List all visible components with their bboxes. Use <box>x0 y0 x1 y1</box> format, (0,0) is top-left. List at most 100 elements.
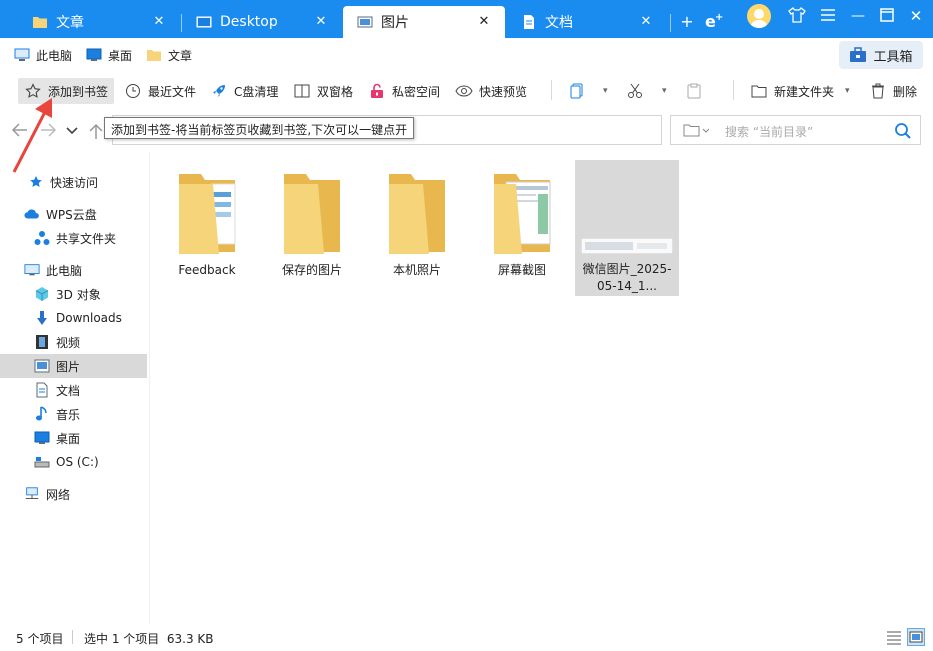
file-item-wechat-image[interactable]: 微信图片_2025-05-14_1... <box>575 160 679 296</box>
history-chevron-down-icon[interactable] <box>62 122 82 142</box>
computer-icon <box>14 48 30 61</box>
details-view-icon[interactable] <box>885 628 903 646</box>
menu-icon[interactable] <box>818 7 838 27</box>
star-icon <box>28 174 44 190</box>
sidebar-item-pictures[interactable]: 图片 <box>0 354 147 378</box>
sidebar-item-label: 音乐 <box>56 407 81 422</box>
file-item-local-photos[interactable]: 本机照片 <box>365 160 469 296</box>
up-arrow-icon[interactable] <box>86 122 106 142</box>
sidebar-item-3d-objects[interactable]: 3D 对象 <box>0 282 147 306</box>
c-clean-button[interactable]: C盘清理 <box>210 78 278 104</box>
tab-divider <box>670 14 671 32</box>
eye-icon <box>455 82 473 100</box>
maximize-button[interactable] <box>877 7 897 27</box>
image-thumbnail-icon <box>581 238 673 254</box>
file-name: 本机照片 <box>392 263 441 277</box>
copy-button[interactable] <box>568 78 592 104</box>
avatar[interactable] <box>747 4 771 28</box>
window-close-button[interactable]: ✕ <box>905 6 927 26</box>
desktop-icon <box>34 430 50 446</box>
document-icon <box>34 382 50 398</box>
clock-icon <box>124 82 142 100</box>
new-folder-dropdown-icon[interactable]: ▾ <box>845 78 850 104</box>
dual-pane-icon <box>293 82 311 100</box>
sidebar-item-label: 图片 <box>56 359 81 374</box>
add-bookmark-tooltip: 添加到书签-将当前标签页收藏到书签,下次可以一键点开 <box>104 117 415 139</box>
c-clean-label: C盘清理 <box>234 84 279 99</box>
recent-files-label: 最近文件 <box>148 84 197 99</box>
skin-shirt-icon[interactable] <box>786 7 808 27</box>
dual-pane-label: 双窗格 <box>317 84 354 99</box>
bookmark-desktop[interactable]: 桌面 <box>86 46 132 64</box>
computer-icon <box>24 262 40 278</box>
sidebar-item-music[interactable]: 音乐 <box>0 402 147 426</box>
quick-preview-button[interactable]: 快速预览 <box>455 78 527 104</box>
close-icon[interactable]: ✕ <box>152 15 166 29</box>
cube-3d-icon <box>34 286 50 302</box>
file-item-feedback[interactable]: Feedback <box>155 160 259 296</box>
search-input[interactable]: 搜索 “当前目录” <box>670 115 921 145</box>
bookmark-wenzhang[interactable]: 文章 <box>146 46 192 64</box>
new-folder-button[interactable]: 新建文件夹 <box>750 78 834 104</box>
tab-documents[interactable]: 文档 ✕ <box>507 6 667 38</box>
close-icon[interactable]: ✕ <box>477 15 491 29</box>
toolbox-label: 工具箱 <box>873 49 913 65</box>
scissors-icon <box>626 82 644 100</box>
private-space-label: 私密空间 <box>392 84 441 99</box>
folder-icon <box>179 174 236 254</box>
music-note-icon <box>34 406 50 422</box>
bookmark-label: 此电脑 <box>36 48 73 63</box>
drive-icon <box>34 454 50 470</box>
lock-icon <box>368 82 386 100</box>
sidebar-item-wps-cloud[interactable]: WPS云盘 <box>0 202 147 226</box>
sidebar-item-documents[interactable]: 文档 <box>0 378 147 402</box>
desktop-icon <box>196 14 212 30</box>
private-space-button[interactable]: 私密空间 <box>368 78 440 104</box>
cloud-icon <box>24 206 40 222</box>
quick-preview-label: 快速预览 <box>479 84 528 99</box>
cut-button[interactable] <box>626 78 650 104</box>
sidebar-item-desktop[interactable]: 桌面 <box>0 426 147 450</box>
download-arrow-icon <box>34 310 50 326</box>
ie-browser-icon[interactable]: e + <box>702 12 724 32</box>
sidebar-item-downloads[interactable]: Downloads <box>0 306 147 330</box>
tab-pictures[interactable]: 图片 ✕ <box>343 6 505 38</box>
close-icon[interactable]: ✕ <box>639 15 653 29</box>
new-tab-button[interactable]: + <box>677 12 697 32</box>
folder-view-icon[interactable] <box>683 123 710 140</box>
pictures-icon <box>34 358 50 374</box>
file-name: Feedback <box>178 263 236 277</box>
search-icon[interactable] <box>894 122 912 143</box>
folder-icon <box>389 174 445 254</box>
sidebar-item-shared-folder[interactable]: 共享文件夹 <box>0 226 147 250</box>
sidebar-item-videos[interactable]: 视频 <box>0 330 147 354</box>
dual-pane-button[interactable]: 双窗格 <box>293 78 353 104</box>
file-item-screenshots[interactable]: 屏幕截图 <box>470 160 574 296</box>
sidebar-item-os-drive[interactable]: OS (C:) <box>0 450 147 474</box>
file-item-saved-pictures[interactable]: 保存的图片 <box>260 160 364 296</box>
copy-dropdown-icon[interactable]: ▾ <box>603 78 608 104</box>
svg-text:+: + <box>715 12 723 23</box>
close-icon[interactable]: ✕ <box>314 15 328 29</box>
toolbox-button[interactable]: 工具箱 <box>839 41 923 69</box>
trash-icon <box>869 82 887 100</box>
paste-button[interactable] <box>685 78 709 104</box>
sidebar-item-this-pc[interactable]: 此电脑 <box>0 258 147 282</box>
toolbar-divider <box>551 80 552 100</box>
sidebar-item-network[interactable]: 网络 <box>0 482 147 506</box>
recent-files-button[interactable]: 最近文件 <box>124 78 196 104</box>
minimize-button[interactable]: — <box>846 6 870 26</box>
delete-button[interactable]: 删除 <box>869 78 933 104</box>
folder-icon <box>32 14 48 30</box>
rocket-icon <box>210 82 228 100</box>
tab-label: 图片 <box>381 15 409 31</box>
bookmark-this-pc[interactable]: 此电脑 <box>14 46 72 64</box>
sidebar-item-label: 桌面 <box>56 431 81 446</box>
tab-desktop[interactable]: Desktop ✕ <box>182 6 342 38</box>
file-name: 屏幕截图 <box>497 263 546 277</box>
copy-icon <box>568 82 586 100</box>
cut-dropdown-icon[interactable]: ▾ <box>662 78 667 104</box>
large-icons-view-icon[interactable] <box>907 628 925 646</box>
tab-wenzhang[interactable]: 文章 ✕ <box>18 6 180 38</box>
folder-icon <box>147 50 161 61</box>
